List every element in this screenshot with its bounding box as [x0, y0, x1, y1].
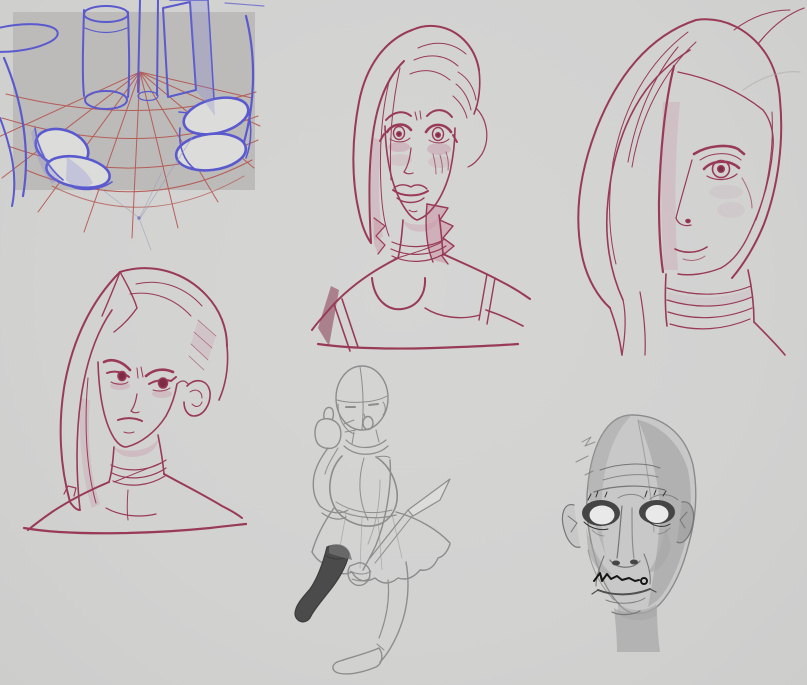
gesture-hand: [348, 563, 371, 586]
side-glance-eye: [704, 161, 739, 180]
sketch-sad-girl-portrait: [290, 8, 530, 353]
gesture-blade: [370, 479, 450, 563]
sad-girl-lines: [312, 26, 530, 351]
sad-girl-eyes: [380, 125, 457, 143]
annoyed-lines: [24, 268, 246, 533]
shoulder-shade-triangle: [318, 286, 339, 346]
sketch-canvas[interactable]: [0, 0, 807, 685]
sketch-gesture-figure: [280, 360, 500, 685]
gesture-thumbs-up-arm: [313, 407, 356, 519]
gesture-lines: [312, 366, 450, 674]
sketch-old-man-head: [530, 400, 760, 652]
sketch-side-glance-portrait: [528, 2, 807, 364]
stray-graphite-stroke: [743, 72, 800, 90]
annoyed-ear: [184, 381, 210, 416]
gesture-boot: [295, 544, 352, 622]
sketch-annoyed-girl-portrait: [10, 258, 250, 548]
side-glance-washes: [661, 102, 751, 306]
sketch-perspective-study: [0, 0, 270, 235]
